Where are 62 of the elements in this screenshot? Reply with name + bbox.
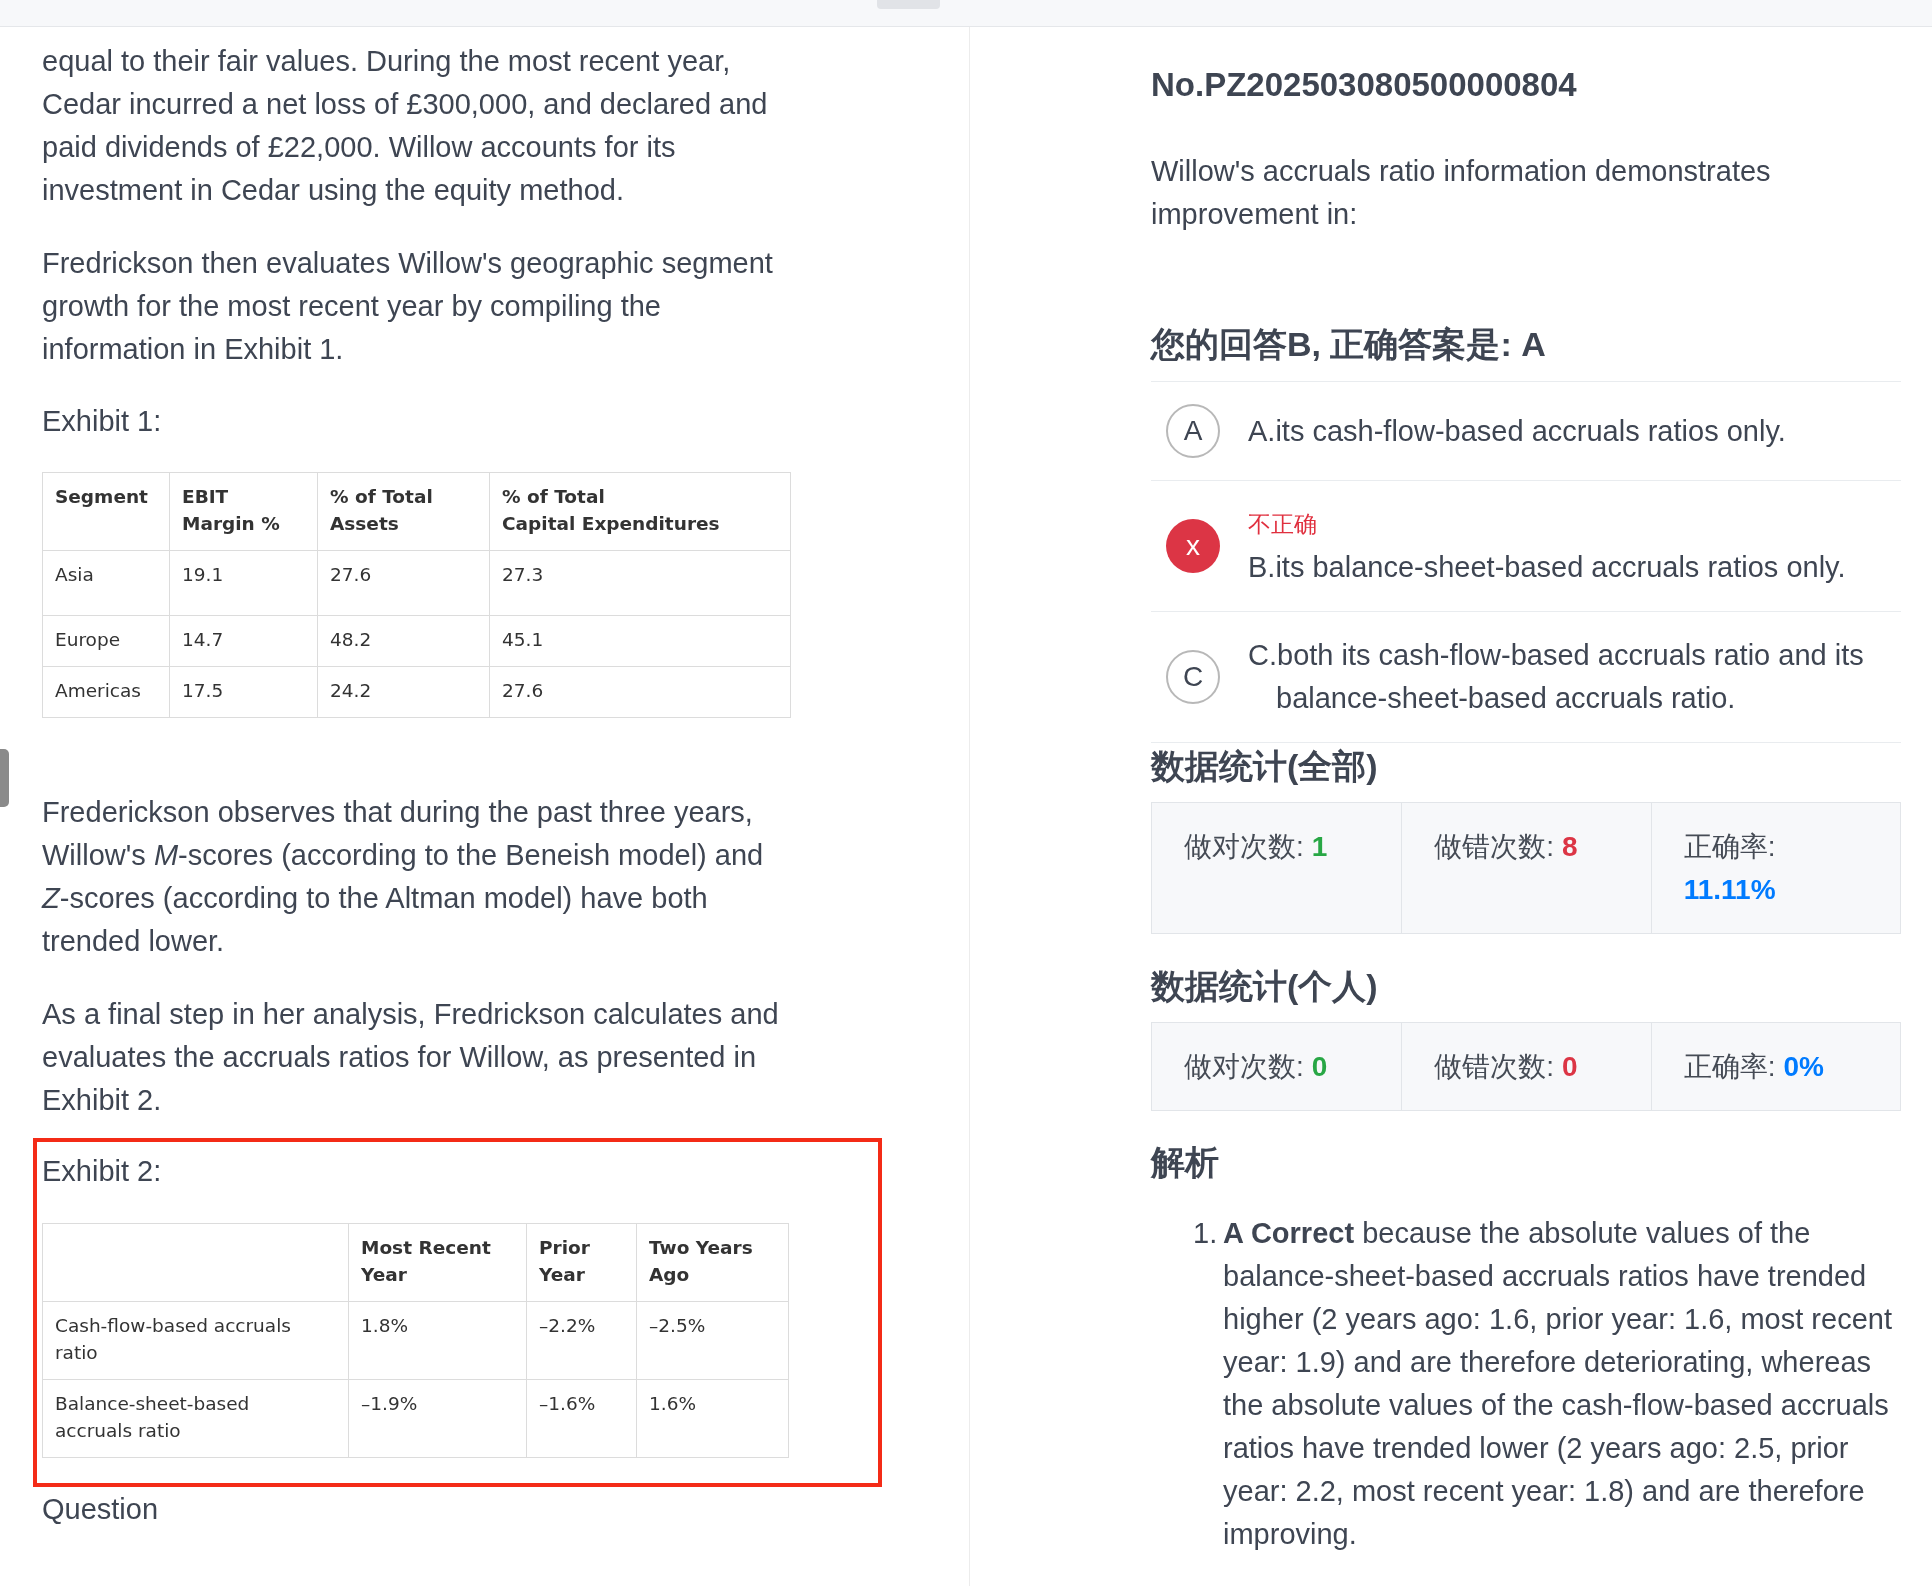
table-header-cell: Most Recent Year — [348, 1223, 527, 1302]
stat-value: 0% — [1783, 1050, 1824, 1084]
section-label: Question — [42, 1492, 159, 1527]
table-cell: 27.6 — [317, 550, 490, 616]
analysis-heading: 解析 — [1151, 1142, 1219, 1183]
stats-heading: 数据统计(全部) — [1151, 746, 1378, 787]
stat-value: 1 — [1311, 830, 1328, 864]
passage-paragraph: Fredrickson then evaluates Willow's geographic segment growth for the most recent year by compiling the information in Exhibit 1. — [42, 246, 774, 367]
option-text: A.its cash-flow-based accruals ratios only. — [1248, 413, 1787, 449]
stat-label: 做对次数: — [1184, 830, 1304, 864]
table-cell: 1.6% — [636, 1379, 789, 1458]
table-header-cell: Prior Year — [526, 1223, 637, 1302]
table-header-cell: EBIT Margin % — [169, 472, 318, 551]
answer-heading: 您的回答B, 正确答案是: A — [1151, 324, 1546, 365]
table-cell: –2.5% — [636, 1301, 789, 1380]
stat-value: 0 — [1311, 1050, 1328, 1084]
incorrect-label: 不正确 — [1248, 510, 1317, 539]
option-marker: A — [1166, 404, 1220, 458]
exhibit-caption: Exhibit 2: — [42, 1154, 162, 1189]
scrollbar-thumb[interactable] — [0, 749, 9, 807]
question-text: Willow's accruals ratio information demonstrates improvement in: — [1151, 154, 1772, 232]
table-cell: 27.3 — [489, 550, 791, 616]
passage-paragraph: As a final step in her analysis, Fredrickson calculates and evaluates the accruals ratios for Willow, as presented in Exhibit 2. — [42, 997, 780, 1118]
table-cell: 24.2 — [317, 666, 490, 718]
table-cell: 17.5 — [169, 666, 318, 718]
passage-paragraph: equal to their fair values. During the most recent year, Cedar incurred a net loss of £300,000, and declared and paid dividends of £22,000. Willow accounts for its investment in Cedar using the equity method. — [42, 44, 769, 208]
table-header-cell: Segment — [42, 472, 170, 551]
stat-label: 正确率: — [1683, 1050, 1776, 1084]
exhibit-caption: Exhibit 1: — [42, 404, 162, 439]
option-marker: C — [1166, 650, 1220, 704]
table-cell: Americas — [42, 666, 170, 718]
table-cell: Europe — [42, 615, 170, 667]
stat-value: 11.11% — [1683, 873, 1776, 907]
stat-label: 做错次数: — [1434, 830, 1555, 864]
table-cell: 27.6 — [489, 666, 791, 718]
table-header-cell: % of Total Capital Expenditures — [489, 472, 791, 551]
table-cell: 1.8% — [348, 1301, 527, 1380]
stat-value: 8 — [1562, 830, 1578, 864]
table-cell: Cash-flow-based accruals ratio — [42, 1301, 349, 1380]
table-header-cell: % of Total Assets — [317, 472, 490, 551]
table-cell: –2.2% — [526, 1301, 637, 1380]
option-text: C.both its cash-flow-based accruals ratio and its balance-sheet-based accruals ratio. — [1248, 638, 1865, 716]
table-cell: –1.9% — [348, 1379, 527, 1458]
stat-label: 正确率: — [1683, 830, 1776, 864]
table-cell: –1.6% — [526, 1379, 637, 1458]
question-number: No.PZ202503080500000804 — [1151, 65, 1577, 105]
option-text: B.its balance-sheet-based accruals ratios only. — [1248, 550, 1847, 585]
table-cell: 19.1 — [169, 550, 318, 616]
table-cell: Balance-sheet-based accruals ratio — [42, 1379, 349, 1458]
option-marker: x — [1166, 519, 1220, 573]
list-number: 1. — [1193, 1216, 1217, 1251]
table-cell: Asia — [42, 550, 170, 616]
table-cell: 14.7 — [169, 615, 318, 667]
passage-paragraph: Frederickson observes that during the past three years, Willow's M-scores (according to the Beneish model) and Z-scores (according to the Altman model) have both trended lower. — [42, 795, 765, 959]
stat-value: 0 — [1562, 1050, 1578, 1084]
stats-heading: 数据统计(个人) — [1151, 966, 1378, 1007]
explanation-text: A Correct because the absolute values of the balance-sheet-based accruals ratios have trended higher (2 years ago: 1.6, prior year: 1.6, most recent year: 1.9) and are therefore deteriorating, whereas the absolute values of the cash-flow-based accruals ratios have trended lower (2 years ago: 2.5, prior year: 2.2, most recent year: 1.8) and are therefore improving. — [1223, 1216, 1893, 1552]
table-header-cell: Two Years Ago — [636, 1223, 789, 1302]
stat-label: 做对次数: — [1184, 1050, 1304, 1084]
stat-label: 做错次数: — [1434, 1050, 1555, 1084]
table-cell: 45.1 — [489, 615, 791, 667]
table-cell: 48.2 — [317, 615, 490, 667]
